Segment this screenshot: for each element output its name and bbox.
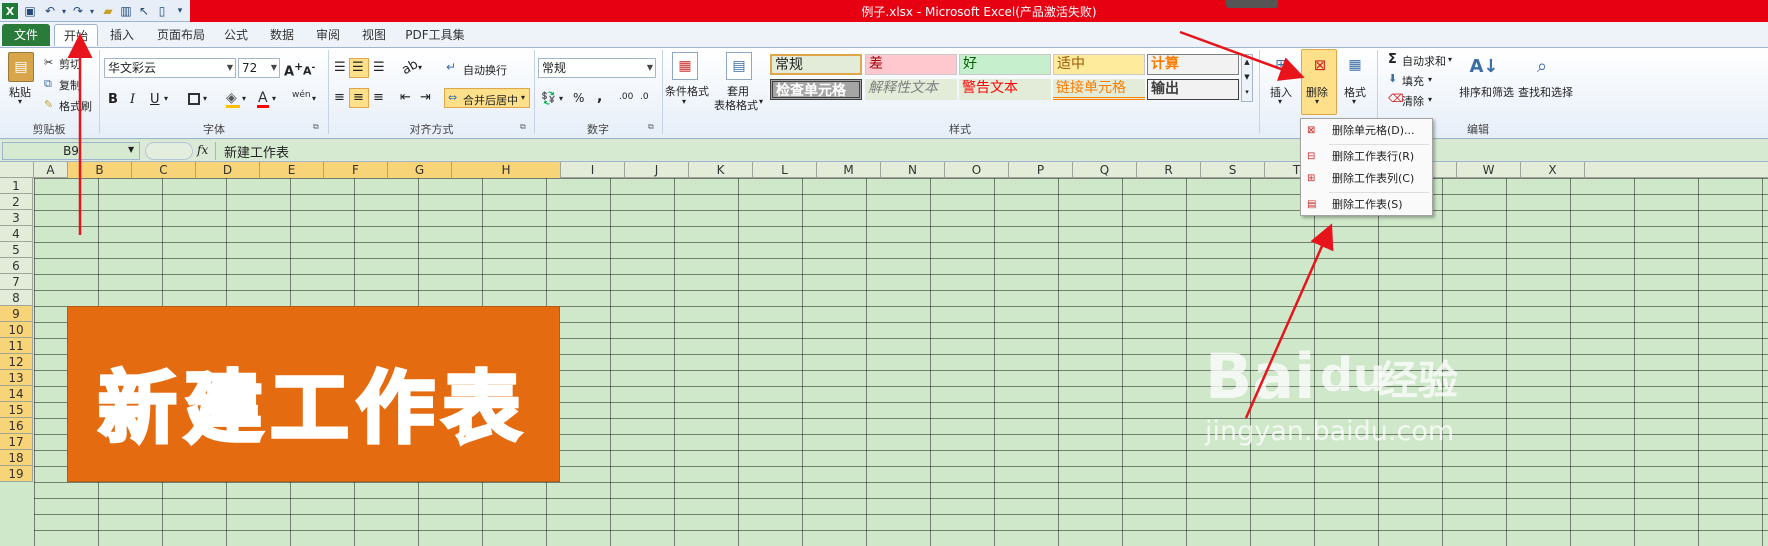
excel-window: { "window":{"title":"例子.xlsx - Microsoft… [0,0,1768,546]
arrow-to-delete-button [1179,30,1305,81]
annotation-arrows [67,30,1334,419]
arrow-to-delete-sheet [1244,223,1334,419]
